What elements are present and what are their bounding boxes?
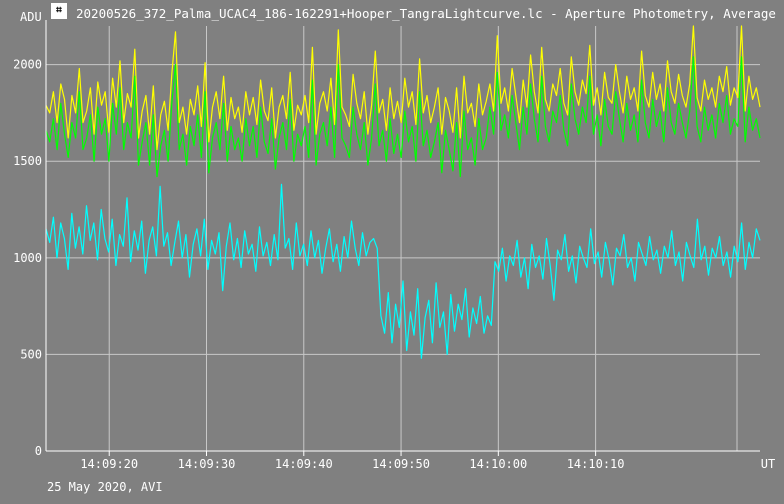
- y-tick-label: 1500: [13, 154, 42, 168]
- x-tick-label: 14:09:40: [275, 457, 333, 471]
- x-axis-label: UT: [761, 457, 775, 471]
- y-tick-label: 500: [20, 347, 42, 361]
- x-tick-label: 14:10:10: [567, 457, 625, 471]
- x-tick-label: 14:09:20: [80, 457, 138, 471]
- x-tick-label: 14:09:50: [372, 457, 430, 471]
- x-tick-label: 14:10:00: [469, 457, 527, 471]
- y-tick-label: 0: [35, 444, 42, 458]
- y-tick-label: 1000: [13, 251, 42, 265]
- y-tick-label: 2000: [13, 58, 42, 72]
- x-tick-label: 14:09:30: [178, 457, 236, 471]
- series-line-3: [45, 183, 761, 359]
- series-lines: [45, 25, 761, 359]
- lightcurve-chart: 0 500 1000 1500 2000 14:09:20 14:09:30 14:09:40…: [13, 20, 775, 471]
